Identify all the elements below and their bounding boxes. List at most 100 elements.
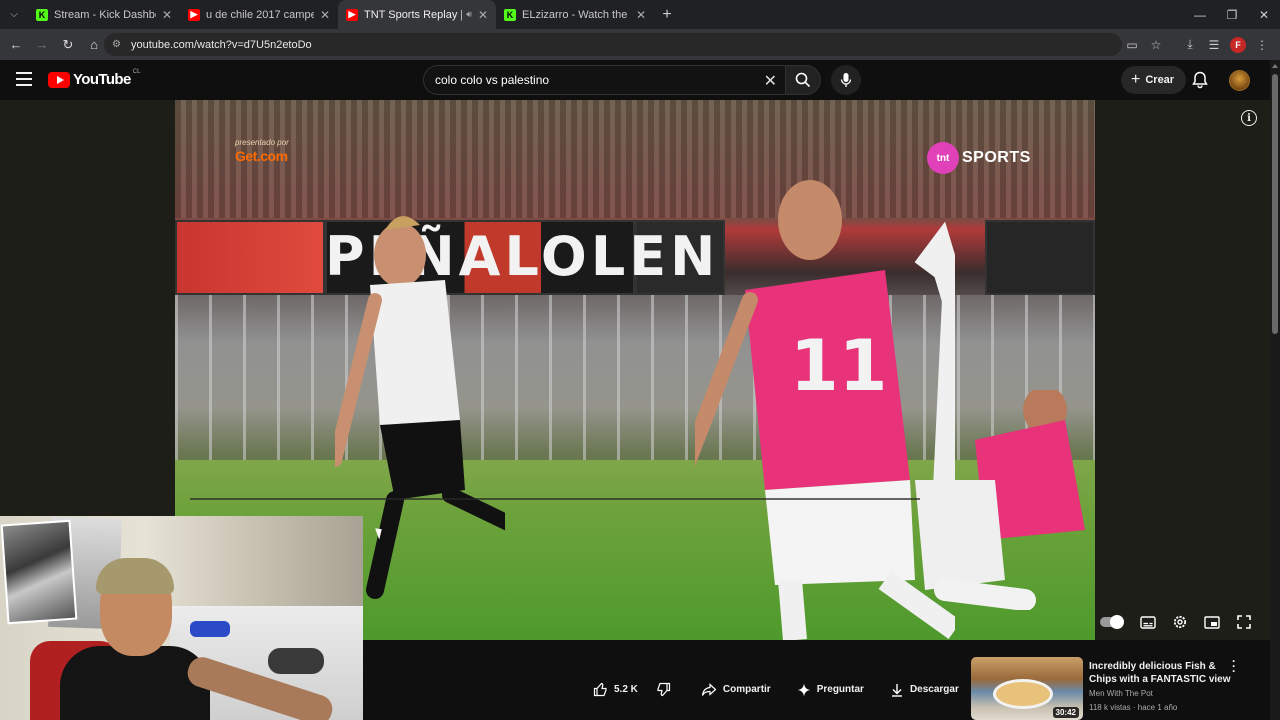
- create-button[interactable]: + Crear: [1121, 66, 1187, 94]
- svg-text:11: 11: [790, 325, 887, 407]
- info-icon[interactable]: i: [1241, 110, 1257, 126]
- share-label: Compartir: [722, 684, 771, 695]
- search-query: colo colo vs palestino: [435, 73, 550, 87]
- fullscreen-icon[interactable]: [1228, 611, 1260, 633]
- reading-list-icon[interactable]: ☰: [1202, 33, 1226, 56]
- video-banner: [985, 220, 1095, 295]
- miniplayer-icon[interactable]: [1196, 611, 1228, 633]
- browser-menu-icon[interactable]: ⋮: [1250, 33, 1274, 56]
- tab-title: u de chile 2017 campeon - You: [206, 8, 314, 21]
- home-icon[interactable]: ⌂: [82, 33, 106, 57]
- recommended-more-icon[interactable]: · · ·: [1229, 655, 1239, 677]
- window-controls: — ❐ ✕: [1184, 0, 1280, 29]
- player-controls: [1100, 611, 1260, 633]
- tnt-wordmark: SPORTS: [962, 149, 1031, 166]
- tab-title: TNT Sports Replay | Palestin: [364, 8, 463, 21]
- youtube-logo[interactable]: YouTube CL: [48, 68, 141, 88]
- clear-search-icon[interactable]: ✕: [764, 71, 777, 91]
- download-label: Descargar: [909, 684, 959, 695]
- webcam-artwork: [0, 519, 78, 625]
- video-banner: [175, 220, 325, 295]
- window-close-icon[interactable]: ✕: [1248, 0, 1280, 29]
- close-tab-icon[interactable]: ✕: [320, 8, 330, 22]
- voice-search-button[interactable]: [831, 65, 861, 95]
- page-scrollbar[interactable]: [1270, 60, 1280, 720]
- profile-avatar[interactable]: F: [1230, 36, 1246, 53]
- close-tab-icon[interactable]: ✕: [162, 8, 172, 22]
- reload-icon[interactable]: ↻: [56, 33, 80, 57]
- sparkle-icon: [797, 683, 811, 696]
- autoplay-toggle[interactable]: [1100, 615, 1124, 629]
- site-info-icon[interactable]: ⚙: [112, 39, 121, 50]
- kick-icon: K: [36, 8, 48, 21]
- recommended-video[interactable]: 30:42 Incredibly delicious Fish & Chips …: [971, 655, 1261, 720]
- close-tab-icon[interactable]: ✕: [636, 8, 646, 22]
- share-button[interactable]: Compartir: [692, 678, 780, 701]
- tnt-sports-logo: tnt SPORTS: [927, 142, 1031, 174]
- webcam-streamer-cap: [96, 558, 174, 594]
- recommended-title[interactable]: Incredibly delicious Fish & Chips with a…: [1089, 660, 1239, 686]
- like-count: 5.2 K: [614, 684, 638, 695]
- browser-toolbar: ← → ↻ ⌂ ⚙ youtube.com/watch?v=d7U5n2etoD…: [0, 29, 1280, 60]
- browser-tab[interactable]: K ELzizarro - Watch the VOD on I ✕: [496, 0, 654, 29]
- recommended-channel[interactable]: Men With The Pot: [1089, 689, 1153, 698]
- subtitles-icon[interactable]: [1132, 611, 1164, 633]
- tab-search-menu-icon[interactable]: ⌵: [0, 0, 28, 29]
- browser-right-actions: ▭ ☆ ⤓ ☰ F ⋮: [1120, 33, 1274, 56]
- downloads-icon[interactable]: ⤓: [1178, 33, 1202, 56]
- tab-title: ELzizarro - Watch the VOD on I: [522, 8, 630, 21]
- thumbnail-food-plate: [993, 679, 1053, 709]
- youtube-header: YouTube CL colo colo vs palestino ✕ + Cre…: [0, 60, 1270, 100]
- ask-label: Preguntar: [816, 684, 864, 695]
- restore-icon[interactable]: ❐: [1216, 0, 1248, 29]
- address-bar[interactable]: ⚙ youtube.com/watch?v=d7U5n2etoDo: [104, 33, 1122, 56]
- search-icon: [795, 72, 811, 88]
- search-input[interactable]: colo colo vs palestino ✕: [423, 65, 785, 95]
- ask-button[interactable]: Preguntar: [788, 678, 873, 701]
- video-player-fallen: [915, 390, 1085, 610]
- recommended-thumbnail[interactable]: 30:42: [971, 657, 1083, 720]
- browser-tab[interactable]: ▶ u de chile 2017 campeon - You ✕: [180, 0, 338, 29]
- settings-gear-icon[interactable]: [1164, 611, 1196, 633]
- search-button[interactable]: [785, 65, 821, 95]
- youtube-favicon: ▶: [346, 8, 358, 21]
- youtube-wordmark: YouTube: [73, 71, 131, 88]
- thumbs-up-icon: [593, 682, 607, 697]
- webcam-streamer-body: [60, 646, 210, 720]
- url-text: youtube.com/watch?v=d7U5n2etoDo: [130, 38, 312, 51]
- back-icon[interactable]: ←: [4, 33, 28, 57]
- browser-tab-strip: ⌵ K Stream - Kick Dashboard ✕ ▶ u de chi…: [0, 0, 1280, 29]
- like-button[interactable]: 5.2 K: [584, 678, 647, 701]
- minimize-icon[interactable]: —: [1184, 0, 1216, 29]
- browser-tab-active[interactable]: ▶ TNT Sports Replay | Palestin 🔊︎ ✕: [338, 0, 496, 29]
- close-tab-icon[interactable]: ✕: [478, 8, 488, 22]
- kick-icon: K: [504, 8, 516, 21]
- progress-track[interactable]: [190, 498, 920, 500]
- notifications-bell-icon[interactable]: [1190, 70, 1210, 90]
- dislike-button[interactable]: [647, 678, 686, 701]
- recommended-meta: 118 k vistas · hace 1 año: [1089, 703, 1178, 712]
- webcam-blue-object: [190, 621, 230, 637]
- bookmark-star-icon[interactable]: ☆: [1144, 33, 1168, 56]
- hamburger-menu-icon[interactable]: [16, 72, 32, 86]
- scrollbar-thumb[interactable]: [1272, 74, 1278, 334]
- streamer-webcam: [0, 516, 363, 720]
- download-button[interactable]: Descargar: [881, 678, 968, 701]
- share-icon: [701, 682, 717, 696]
- sponsor-caption: presentado por: [235, 138, 289, 147]
- webcam-headset: [268, 648, 324, 674]
- account-avatar[interactable]: [1229, 70, 1250, 91]
- youtube-play-icon: [48, 71, 70, 88]
- country-code: CL: [132, 68, 141, 75]
- cast-icon[interactable]: ▭: [1120, 33, 1144, 56]
- create-label: Crear: [1145, 74, 1175, 86]
- tab-title: Stream - Kick Dashboard: [54, 8, 156, 21]
- youtube-favicon: ▶: [188, 8, 200, 21]
- browser-tab[interactable]: K Stream - Kick Dashboard ✕: [28, 0, 180, 29]
- forward-icon[interactable]: →: [30, 33, 54, 57]
- new-tab-icon[interactable]: +: [654, 6, 680, 24]
- tnt-circle: tnt: [927, 142, 959, 174]
- speaker-icon[interactable]: 🔊︎: [466, 9, 472, 20]
- thumbs-down-icon: [657, 682, 671, 697]
